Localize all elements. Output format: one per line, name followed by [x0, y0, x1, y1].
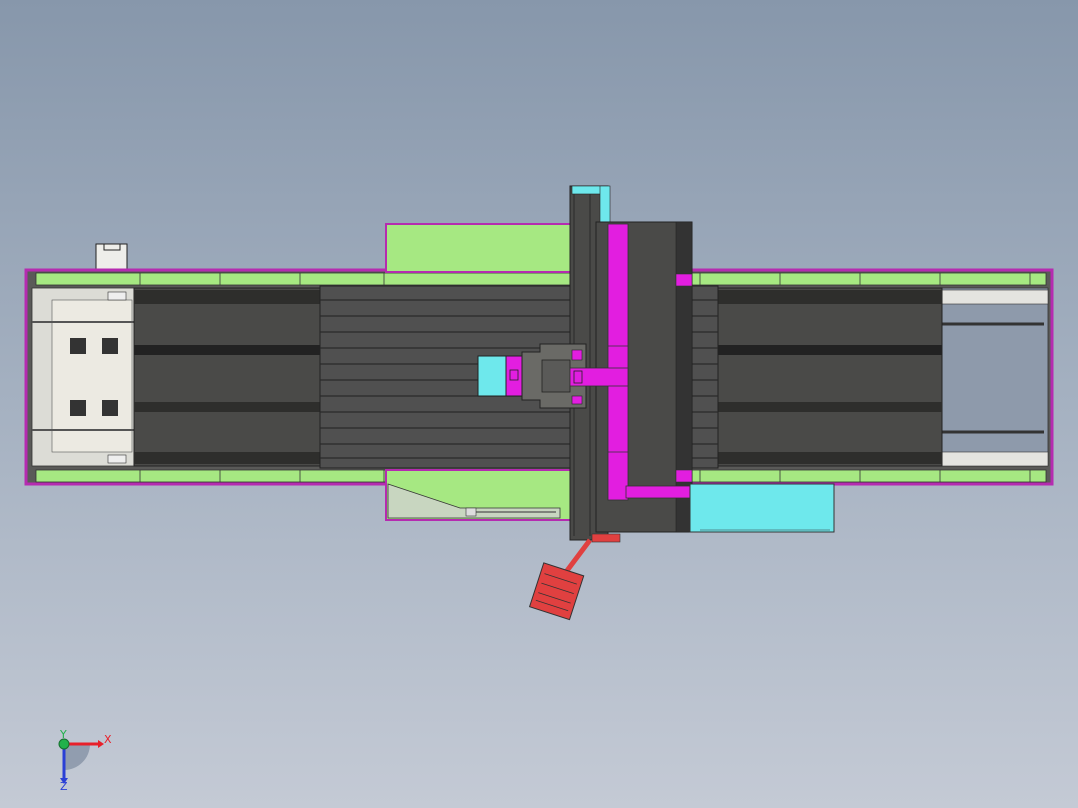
top-connector-box — [95, 243, 128, 273]
machine-top-view: X Y Z — [24, 185, 1054, 793]
bottom-chip-tray — [385, 469, 575, 521]
z-axis-label: Z — [60, 780, 68, 793]
y-axis-label: Y — [59, 728, 67, 741]
coordinate-triad[interactable]: X Y Z — [58, 728, 112, 793]
vent-grille — [70, 338, 86, 354]
right-end-panel — [939, 287, 1049, 467]
cad-viewport[interactable]: X Y Z — [0, 0, 1078, 808]
top-table-cover — [385, 223, 575, 273]
vent-grille — [70, 400, 86, 416]
x-axis-label: X — [104, 733, 112, 746]
vent-grille — [102, 400, 118, 416]
vent-grille — [102, 338, 118, 354]
control-pendant — [528, 533, 621, 621]
electrical-cabinet — [689, 483, 835, 533]
left-end-panel — [31, 287, 137, 467]
